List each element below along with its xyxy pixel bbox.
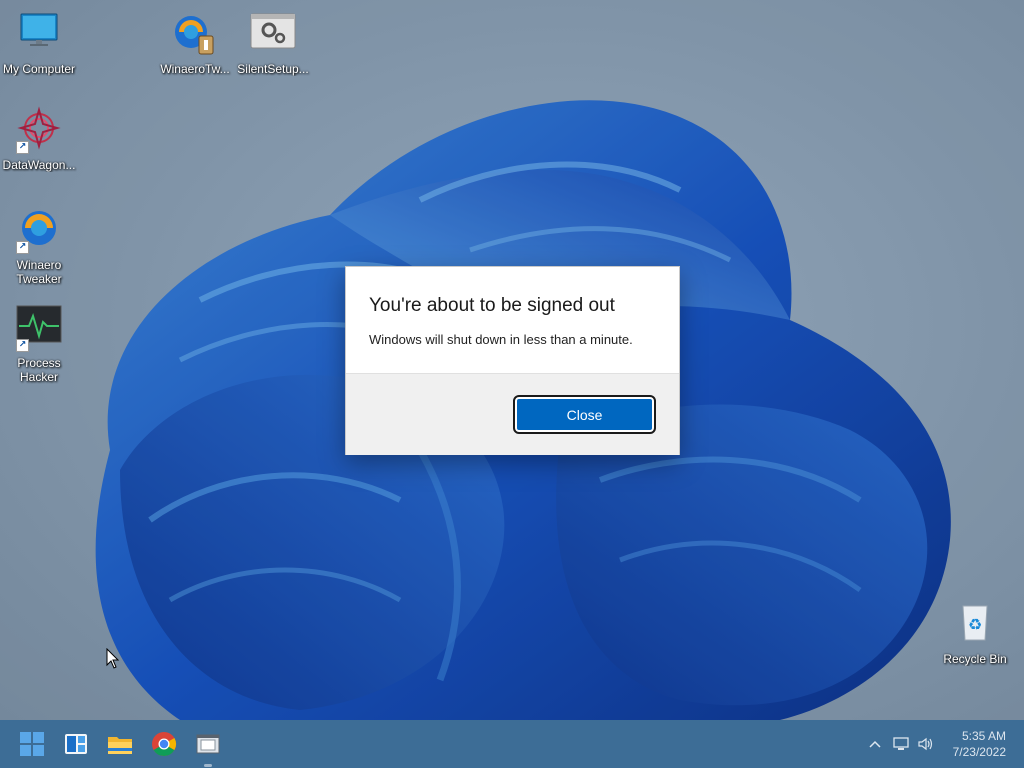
running-indicator — [204, 764, 212, 767]
dialog-title: You're about to be signed out — [369, 295, 615, 316]
chevron-up-icon[interactable] — [866, 736, 884, 752]
start-button[interactable] — [16, 728, 48, 760]
desktop-icon-datawagon[interactable]: ↗ DataWagon... — [1, 106, 77, 172]
desktop-icon-label: Process Hacker — [17, 356, 61, 384]
taskbar-clock[interactable]: 5:35 AM 7/23/2022 — [953, 728, 1006, 760]
desktop-icon-winaero-tweaker[interactable]: ↗ Winaero Tweaker — [1, 206, 77, 286]
shortcut-arrow-icon: ↗ — [16, 241, 29, 254]
desktop-icon-label: Winaero Tweaker — [16, 258, 62, 286]
widgets-icon — [65, 734, 87, 754]
dialog-footer: Close — [346, 373, 679, 455]
widgets-button[interactable] — [60, 728, 92, 760]
recycle-bin-icon: ♻ — [951, 600, 999, 648]
winaero-tweaker-icon — [171, 10, 219, 58]
desktop-icon-label: SilentSetup... — [237, 62, 309, 76]
file-explorer-icon — [108, 737, 132, 754]
shortcut-arrow-icon: ↗ — [16, 141, 29, 154]
datawagon-icon: ↗ — [15, 106, 63, 154]
desktop-icon-my-computer[interactable]: My Computer — [1, 10, 77, 76]
volume-icon[interactable] — [917, 736, 935, 752]
app-window-button[interactable] — [192, 728, 224, 767]
start-icon — [20, 732, 44, 756]
taskbar: 5:35 AM 7/23/2022 — [0, 720, 1024, 768]
close-button[interactable]: Close — [513, 395, 656, 434]
file-explorer-button[interactable] — [104, 728, 136, 760]
clock-date: 7/23/2022 — [952, 745, 1006, 759]
winaero-tweaker-icon: ↗ — [15, 206, 63, 254]
monitor-icon — [15, 10, 63, 58]
network-icon[interactable] — [892, 736, 910, 752]
gears-window-icon — [249, 10, 297, 58]
svg-text:♻: ♻ — [968, 615, 982, 634]
desktop-icon-winaero-tw[interactable]: WinaeroTw... — [157, 10, 233, 76]
clock-time: 5:35 AM — [961, 729, 1006, 743]
shortcut-arrow-icon: ↗ — [16, 339, 29, 352]
desktop-icon-label: WinaeroTw... — [160, 62, 230, 76]
mouse-cursor-icon — [106, 648, 120, 669]
desktop-icon-silent-setup[interactable]: SilentSetup... — [235, 10, 311, 76]
chrome-button[interactable] — [148, 728, 180, 760]
desktop-icon-recycle-bin[interactable]: ♻ Recycle Bin — [937, 600, 1013, 666]
desktop-icon-label: My Computer — [2, 62, 76, 76]
sign-out-dialog: You're about to be signed out Windows wi… — [345, 266, 680, 455]
desktop-icon-label: Recycle Bin — [943, 652, 1007, 666]
dialog-message: Windows will shut down in less than a mi… — [369, 332, 633, 347]
app-window-icon — [196, 734, 220, 754]
desktop-icon-label: DataWagon... — [2, 158, 76, 172]
process-hacker-icon: ↗ — [15, 304, 63, 352]
desktop-icon-process-hacker[interactable]: ↗ Process Hacker — [1, 304, 77, 384]
chrome-icon — [152, 732, 177, 757]
